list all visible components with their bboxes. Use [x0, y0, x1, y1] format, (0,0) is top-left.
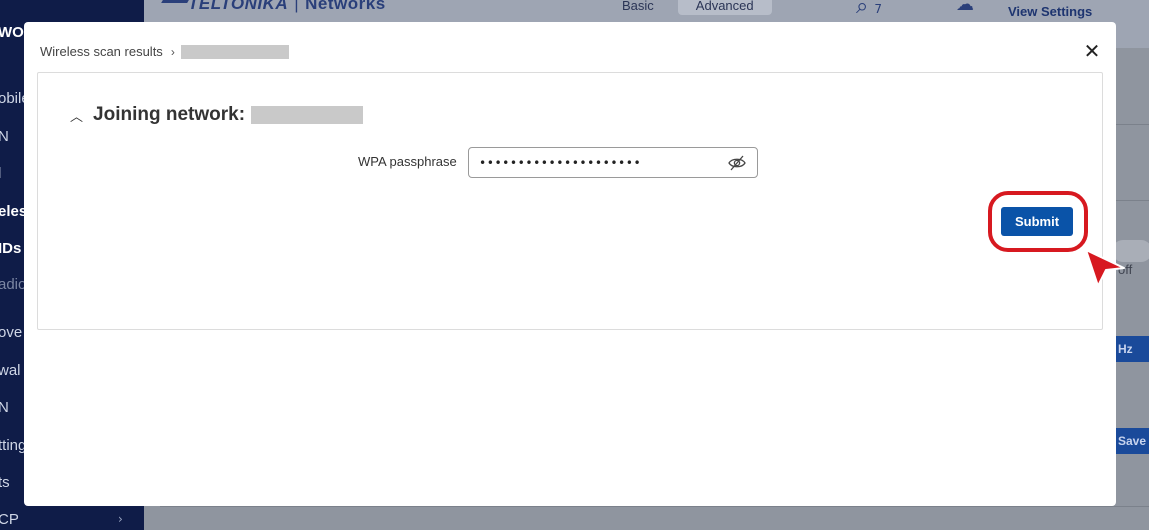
cloud-icon[interactable]: ☁ [956, 0, 974, 15]
toggle-switch[interactable] [1112, 240, 1149, 262]
eye-slash-icon[interactable] [727, 154, 747, 172]
chevron-right-icon: › [170, 44, 175, 59]
wpa-passphrase-field[interactable] [468, 147, 758, 178]
search-icon[interactable]: ⌕ 7 [856, 0, 882, 19]
sidebar-fragment[interactable]: wal [0, 362, 21, 379]
brand-logo: TELTONIKA | Networks [157, 0, 386, 14]
logo-mark-icon [157, 0, 189, 10]
sidebar-fragment: WO [0, 24, 24, 41]
divider [1116, 124, 1149, 125]
mode-advanced-button[interactable]: Advanced [677, 0, 772, 15]
breadcrumb-parent[interactable]: Wireless scan results [40, 44, 163, 59]
close-button[interactable]: ✕ [1082, 41, 1102, 61]
sidebar-fragment[interactable]: N [0, 128, 9, 145]
chevron-right-icon: › [118, 512, 123, 526]
wpa-passphrase-input[interactable] [479, 153, 719, 173]
toggle-state-label: off [1118, 262, 1133, 277]
sidebar-fragment[interactable]: CP [0, 511, 19, 528]
mode-basic-button[interactable]: Basic [604, 0, 672, 15]
sidebar-fragment[interactable]: ove [0, 324, 22, 341]
divider [1116, 200, 1149, 201]
view-settings-link[interactable]: View Settings [1008, 4, 1092, 19]
divider [160, 506, 1149, 507]
section-title: Joining network: [93, 104, 246, 125]
save-apply-button[interactable]: Save & [1112, 428, 1149, 454]
join-network-card: ︿ Joining network: WPA passphrase Submit [37, 72, 1103, 330]
search-count: 7 [874, 2, 882, 16]
band-button[interactable]: Hz [1112, 336, 1149, 362]
sidebar-fragment[interactable]: tting [0, 437, 26, 454]
sidebar-fragment[interactable]: ts [0, 474, 10, 491]
brand-name: TELTONIKA [188, 0, 289, 13]
sidebar-fragment[interactable]: N [0, 399, 9, 416]
redacted-network-name [251, 106, 364, 124]
redacted-network-name [180, 44, 289, 59]
submit-button[interactable]: Submit [1001, 207, 1073, 236]
breadcrumb: Wireless scan results › [40, 44, 289, 59]
sidebar-fragment[interactable]: adio [0, 276, 26, 293]
section-header[interactable]: ︿ Joining network: [70, 104, 364, 126]
sidebar-fragment[interactable]: IDs [0, 240, 21, 257]
brand-sub: Networks [305, 0, 386, 13]
sidebar-fragment[interactable]: l [0, 165, 1, 182]
chevron-up-icon[interactable]: ︿ [70, 106, 83, 125]
join-network-modal: Wireless scan results › ✕ ︿ Joining netw… [24, 22, 1116, 506]
mode-switch: Basic Advanced [604, 0, 772, 15]
wpa-passphrase-label: WPA passphrase [358, 154, 457, 169]
